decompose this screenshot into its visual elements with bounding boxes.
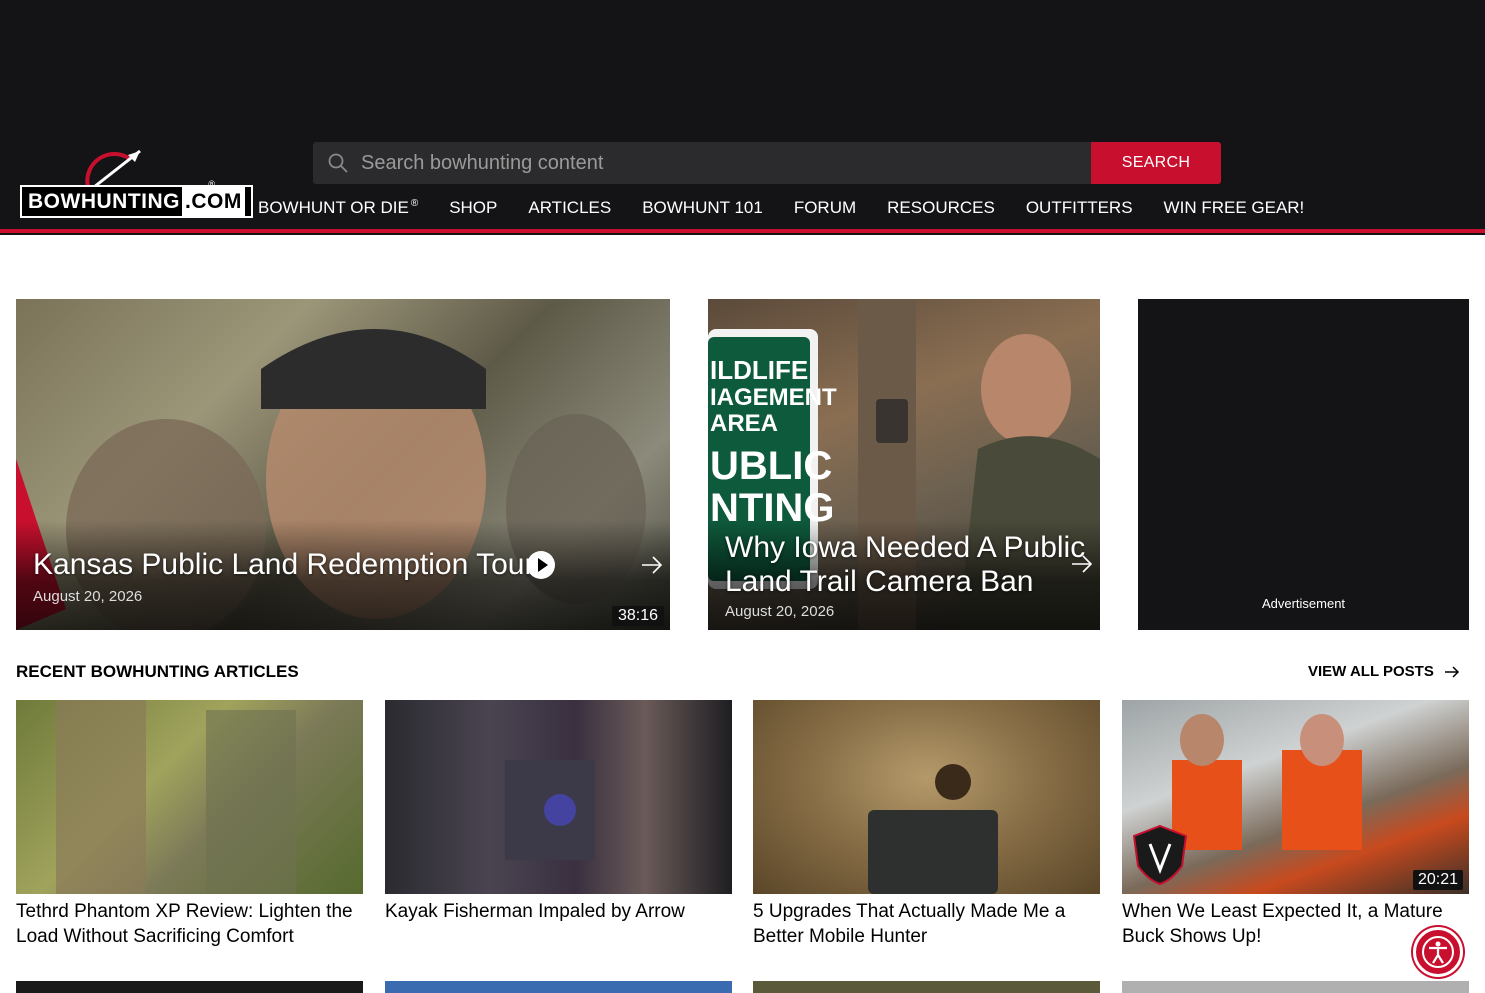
hero-video-card[interactable]: Kansas Public Land Redemption Tour Augus… [16, 299, 670, 630]
video-duration: 38:16 [611, 606, 664, 626]
main-nav: BOWHUNT OR DIE ® SHOP ARTICLES BOWHUNT 10… [258, 198, 1304, 218]
svg-text:IAGEMENT: IAGEMENT [710, 384, 837, 411]
article-title: Tethrd Phantom XP Review: Lighten the Lo… [16, 901, 353, 947]
ad-label: Advertisement [1261, 596, 1346, 611]
hero-title: Kansas Public Land Redemption Tour [33, 548, 535, 581]
section-title: RECENT BOWHUNTING ARTICLES [16, 662, 299, 681]
svg-text:ILDLIFE: ILDLIFE [710, 355, 808, 385]
site-logo[interactable]: BOWHUNTING .COM ® [20, 147, 253, 219]
nav-item-shop[interactable]: SHOP [449, 198, 497, 218]
logo-wordmark: BOWHUNTING .COM [20, 185, 253, 218]
accessibility-button[interactable] [1413, 927, 1463, 977]
article-card[interactable]: 5 Upgrades That Actually Made Me a Bette… [753, 700, 1100, 949]
search-button[interactable]: SEARCH [1091, 142, 1221, 184]
arrow-right-icon [1444, 665, 1459, 678]
article-card[interactable]: 20:21 When We Least Expected It, a Matur… [1122, 700, 1469, 949]
article-thumbnail [16, 700, 363, 894]
search-bar: SEARCH [313, 142, 1221, 184]
nav-item-bowhunt-101[interactable]: BOWHUNT 101 [642, 198, 763, 218]
article-thumbnail [385, 700, 732, 894]
arrow-right-icon[interactable] [1070, 552, 1094, 576]
shield-logo-icon [1132, 824, 1188, 886]
nav-item-bowhunt-or-die[interactable]: BOWHUNT OR DIE ® [258, 198, 418, 218]
logo-text: BOWHUNTING [28, 190, 180, 213]
next-row-thumbnail[interactable] [1122, 981, 1469, 993]
next-row-thumbnail[interactable] [16, 981, 363, 993]
logo-com: .COM [181, 187, 245, 216]
article-thumbnail: 20:21 [1122, 700, 1469, 894]
hero-date: August 20, 2026 [33, 588, 143, 605]
nav-item-resources[interactable]: RESOURCES [887, 198, 995, 218]
search-icon [317, 142, 359, 184]
svg-text:UBLIC: UBLIC [710, 444, 832, 488]
article-title: 5 Upgrades That Actually Made Me a Bette… [753, 901, 1066, 947]
nav-item-forum[interactable]: FORUM [794, 198, 856, 218]
hero-title-line-2: Land Trail Camera Ban [725, 565, 1034, 598]
header-accent-line [0, 229, 1485, 233]
article-card[interactable]: Kayak Fisherman Impaled by Arrow [385, 700, 732, 924]
view-all-label: VIEW ALL POSTS [1308, 663, 1434, 680]
svg-text:AREA: AREA [710, 410, 778, 437]
hero-title-line-1: Why Iowa Needed A Public [725, 531, 1086, 564]
nav-sup: ® [410, 198, 419, 210]
nav-item-win-free-gear[interactable]: WIN FREE GEAR! [1164, 198, 1305, 218]
article-card[interactable]: Tethrd Phantom XP Review: Lighten the Lo… [16, 700, 363, 949]
next-row-thumbnail[interactable] [753, 981, 1100, 993]
play-icon[interactable] [527, 551, 555, 579]
accessibility-icon [1422, 936, 1454, 968]
article-title: Kayak Fisherman Impaled by Arrow [385, 901, 685, 922]
arrow-right-icon[interactable] [640, 553, 664, 577]
nav-label: BOWHUNT OR DIE [258, 198, 409, 217]
advertisement[interactable]: Advertisement [1138, 299, 1469, 630]
article-thumbnail [753, 700, 1100, 894]
video-duration: 20:21 [1412, 870, 1463, 890]
nav-item-articles[interactable]: ARTICLES [528, 198, 611, 218]
next-row-thumbnail[interactable] [385, 981, 732, 993]
hero-article-card[interactable]: ILDLIFE IAGEMENT AREA UBLIC NTING Why Io… [708, 299, 1100, 630]
search-input[interactable] [359, 142, 1091, 184]
nav-item-outfitters[interactable]: OUTFITTERS [1026, 198, 1133, 218]
view-all-posts-link[interactable]: VIEW ALL POSTS [1308, 663, 1460, 680]
hero-date: August 20, 2026 [725, 603, 835, 620]
logo-registered-mark: ® [208, 179, 215, 189]
